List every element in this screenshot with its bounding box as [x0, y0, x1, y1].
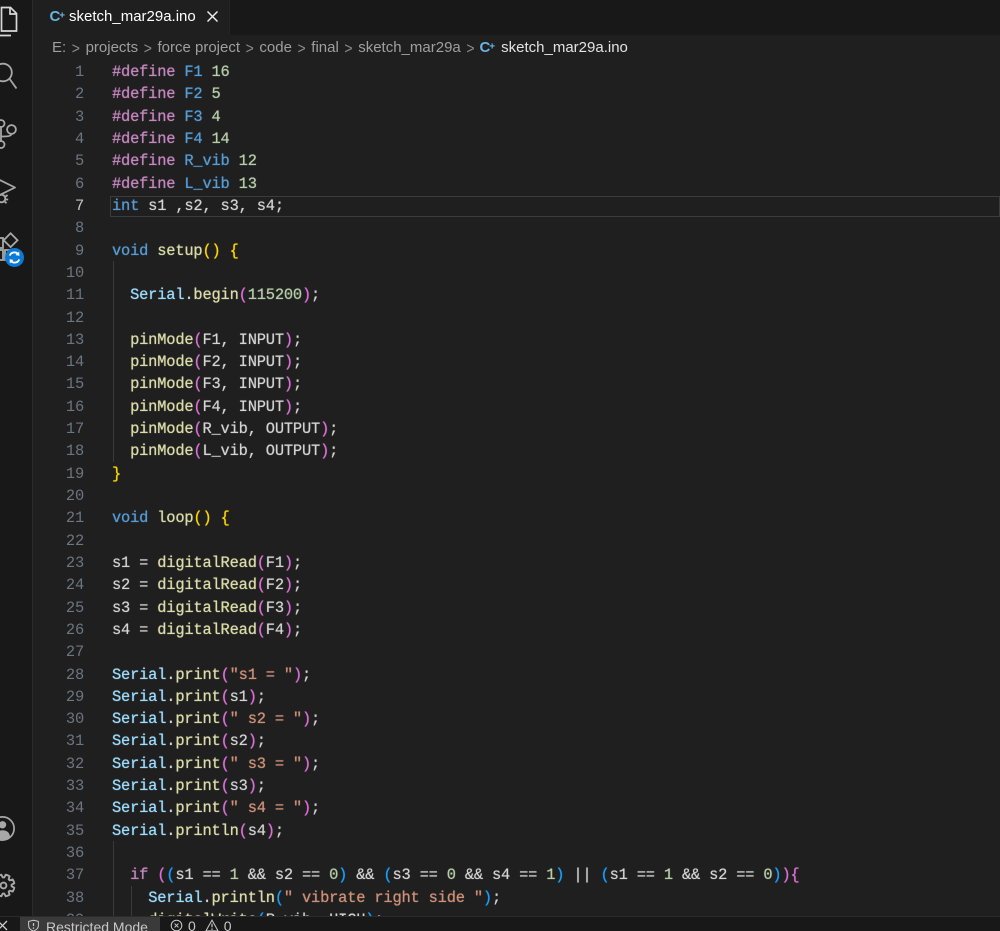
svg-text:+: + [59, 10, 65, 21]
svg-text:+: + [489, 41, 495, 52]
